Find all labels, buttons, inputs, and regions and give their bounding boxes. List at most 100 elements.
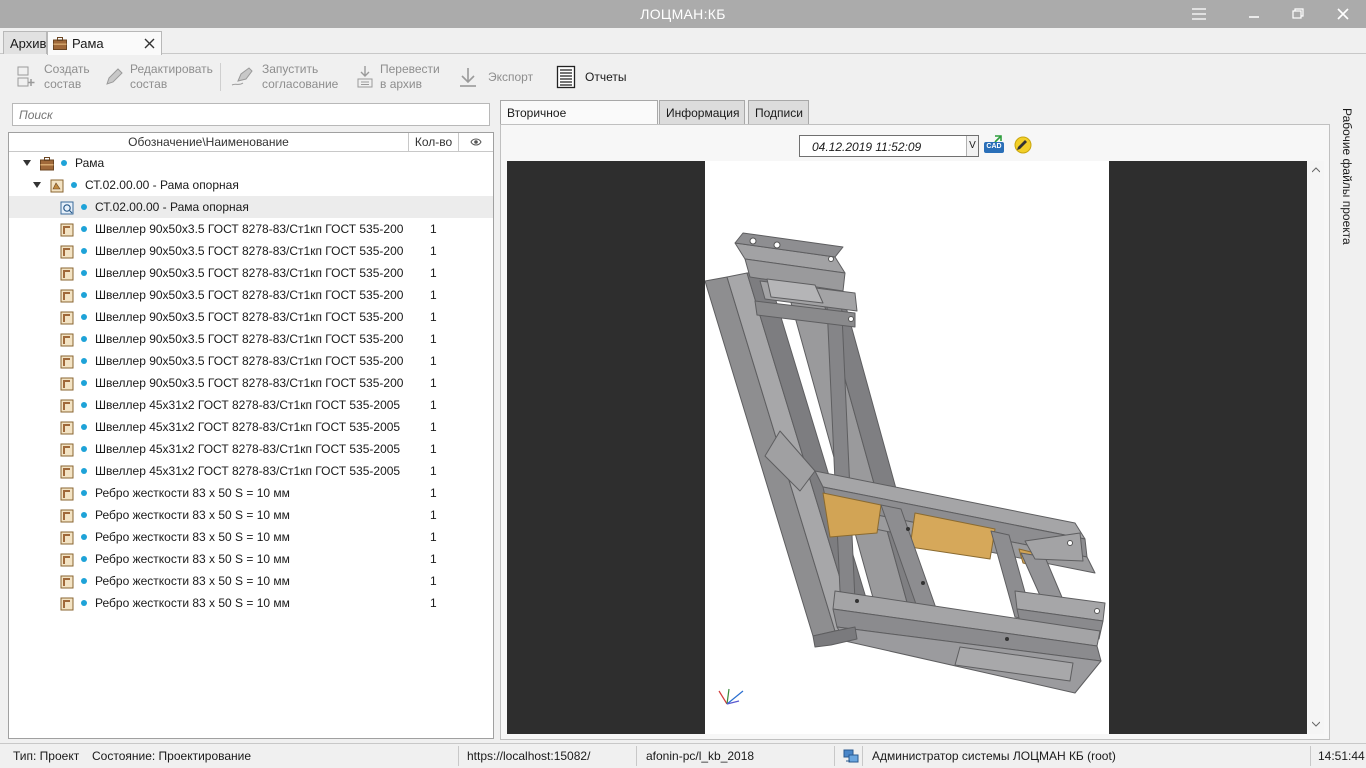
minimize-button[interactable] — [1232, 0, 1276, 28]
move-to-archive-button[interactable]: Перевести в архив — [356, 61, 440, 93]
tree-item-icon — [60, 486, 74, 501]
tree-item-label: Ребро жесткости 83 x 50 S = 10 мм — [95, 530, 290, 544]
tab-archive-label: Архив — [10, 36, 47, 51]
status-dot — [81, 292, 87, 298]
status-dot — [81, 600, 87, 606]
network-connection-icon — [843, 749, 859, 763]
tree-item-icon — [60, 310, 74, 325]
status-dot — [81, 446, 87, 452]
tree-row[interactable]: Швеллер 45х31х2 ГОСТ 8278-83/Ст1кп ГОСТ … — [9, 460, 493, 482]
tree-row[interactable]: Швеллер 90х50х3.5 ГОСТ 8278-83/Ст1кп ГОС… — [9, 350, 493, 372]
eye-icon — [470, 138, 482, 146]
tree-item-label: Швеллер 45х31х2 ГОСТ 8278-83/Ст1кп ГОСТ … — [95, 420, 403, 434]
tree-row[interactable]: Ребро жесткости 83 x 50 S = 10 мм 1 — [9, 592, 493, 614]
tree-item-label: Швеллер 90х50х3.5 ГОСТ 8278-83/Ст1кп ГОС… — [95, 266, 403, 280]
tree-row[interactable]: Швеллер 90х50х3.5 ГОСТ 8278-83/Ст1кп ГОС… — [9, 262, 493, 284]
column-header-qty[interactable]: Кол-во — [409, 133, 459, 152]
menu-button[interactable] — [1177, 0, 1221, 28]
tree-row[interactable]: Швеллер 90х50х3.5 ГОСТ 8278-83/Ст1кп ГОС… — [9, 240, 493, 262]
part-icon — [60, 509, 74, 523]
tree-row[interactable]: Швеллер 90х50х3.5 ГОСТ 8278-83/Ст1кп ГОС… — [9, 328, 493, 350]
create-composition-button[interactable]: Создать состав — [16, 61, 90, 93]
status-dot — [81, 226, 87, 232]
tab-signatures[interactable]: Подписи — [748, 100, 809, 125]
part-icon — [60, 443, 74, 457]
tree-row[interactable]: Швеллер 90х50х3.5 ГОСТ 8278-83/Ст1кп ГОС… — [9, 284, 493, 306]
tab-secondary-view[interactable]: Вторичное представление — [500, 100, 658, 134]
tree-node[interactable]: Рама — [9, 152, 493, 174]
expand-arrow-icon[interactable] — [33, 182, 41, 188]
tab-archive[interactable]: Архив — [3, 31, 47, 54]
column-header-name[interactable]: Обозначение\Наименование — [9, 133, 409, 152]
status-separator — [862, 746, 863, 766]
model-canvas[interactable] — [705, 161, 1109, 734]
search-input[interactable] — [13, 104, 489, 125]
status-dot — [81, 358, 87, 364]
edit-composition-button[interactable]: Редактировать состав — [104, 61, 213, 93]
tree-row[interactable]: СТ.02.00.00 - Рама опорная — [9, 196, 493, 218]
restore-button[interactable] — [1276, 0, 1320, 28]
tree-row[interactable]: Швеллер 45х31х2 ГОСТ 8278-83/Ст1кп ГОСТ … — [9, 394, 493, 416]
scroll-up-icon[interactable] — [1312, 167, 1320, 173]
tree-node[interactable]: СТ.02.00.00 - Рама опорная — [9, 174, 493, 196]
date-dropdown-button[interactable]: V — [966, 136, 978, 156]
restore-icon — [1292, 8, 1304, 19]
tree-row[interactable]: Швеллер 45х31х2 ГОСТ 8278-83/Ст1кп ГОСТ … — [9, 438, 493, 460]
status-user: Администратор системы ЛОЦМАН КБ (root) — [872, 749, 1116, 763]
start-approval-button[interactable]: Запустить согласование — [230, 61, 338, 93]
create-composition-icon — [17, 66, 35, 87]
close-tab-icon[interactable] — [144, 38, 155, 49]
tree-row[interactable]: Швеллер 90х50х3.5 ГОСТ 8278-83/Ст1кп ГОС… — [9, 306, 493, 328]
tab-rama[interactable]: Рама — [47, 31, 162, 55]
tree-item-label: Ребро жесткости 83 x 50 S = 10 мм — [95, 596, 290, 610]
search-box[interactable] — [12, 103, 490, 126]
status-dot — [81, 556, 87, 562]
sign-button[interactable] — [1012, 135, 1034, 155]
tab-information[interactable]: Информация — [659, 100, 745, 125]
column-header-visibility[interactable] — [459, 133, 493, 152]
tree-item-qty: 1 — [430, 288, 437, 302]
tree-item-icon — [60, 552, 74, 567]
reports-button[interactable]: Отчеты — [556, 61, 626, 93]
reports-label: Отчеты — [585, 69, 627, 84]
open-in-cad-button[interactable]: CAD — [983, 135, 1005, 155]
tree-item-qty: 1 — [430, 266, 437, 280]
status-dot — [81, 534, 87, 540]
archive-down-icon — [357, 66, 373, 88]
tree-row[interactable]: Ребро жесткости 83 x 50 S = 10 мм 1 — [9, 526, 493, 548]
tree-row[interactable]: Ребро жесткости 83 x 50 S = 10 мм 1 — [9, 504, 493, 526]
status-database: afonin-pc/l_kb_2018 — [646, 749, 755, 763]
viewer-scrollbar[interactable] — [1308, 161, 1324, 734]
part-icon — [60, 311, 74, 325]
part-icon — [60, 531, 74, 545]
tree-row[interactable]: Ребро жесткости 83 x 50 S = 10 мм 1 — [9, 570, 493, 592]
tree-item-icon — [60, 508, 74, 523]
tree-item-label: Ребро жесткости 83 x 50 S = 10 мм — [95, 574, 290, 588]
close-window-button[interactable] — [1321, 0, 1365, 28]
tree-item-icon — [60, 288, 74, 303]
tree-row[interactable]: Швеллер 90х50х3.5 ГОСТ 8278-83/Ст1кп ГОС… — [9, 372, 493, 394]
tree-item-icon — [60, 464, 74, 479]
composition-tree[interactable]: Обозначение\Наименование Кол-во Рама СТ.0… — [8, 132, 494, 739]
version-date-select[interactable]: 04.12.2019 11:52:09 V — [799, 135, 979, 157]
tree-item-icon — [60, 266, 74, 281]
part-icon — [60, 333, 74, 347]
tree-item-icon — [60, 222, 74, 237]
tree-row[interactable]: Швеллер 45х31х2 ГОСТ 8278-83/Ст1кп ГОСТ … — [9, 416, 493, 438]
part-icon — [60, 487, 74, 501]
tree-item-label: Швеллер 45х31х2 ГОСТ 8278-83/Ст1кп ГОСТ … — [95, 398, 403, 412]
tree-row[interactable]: Ребро жесткости 83 x 50 S = 10 мм 1 — [9, 482, 493, 504]
scroll-down-icon[interactable] — [1312, 721, 1320, 727]
tree-row[interactable]: Швеллер 90х50х3.5 ГОСТ 8278-83/Ст1кп ГОС… — [9, 218, 493, 240]
status-separator — [834, 746, 835, 766]
status-dot — [61, 160, 67, 166]
tree-item-qty: 1 — [430, 222, 437, 236]
model-viewer[interactable] — [507, 161, 1307, 734]
export-button[interactable]: Экспорт — [458, 61, 533, 93]
status-dot — [81, 490, 87, 496]
view-tabs: Вторичное представление Информация Подпи… — [500, 100, 1330, 134]
tree-row[interactable]: Ребро жесткости 83 x 50 S = 10 мм 1 — [9, 548, 493, 570]
project-files-side-tab[interactable]: Рабочие файлы проекта — [1334, 100, 1364, 740]
expand-arrow-icon[interactable] — [23, 160, 31, 166]
start-approval-label: Запустить согласование — [262, 62, 339, 91]
